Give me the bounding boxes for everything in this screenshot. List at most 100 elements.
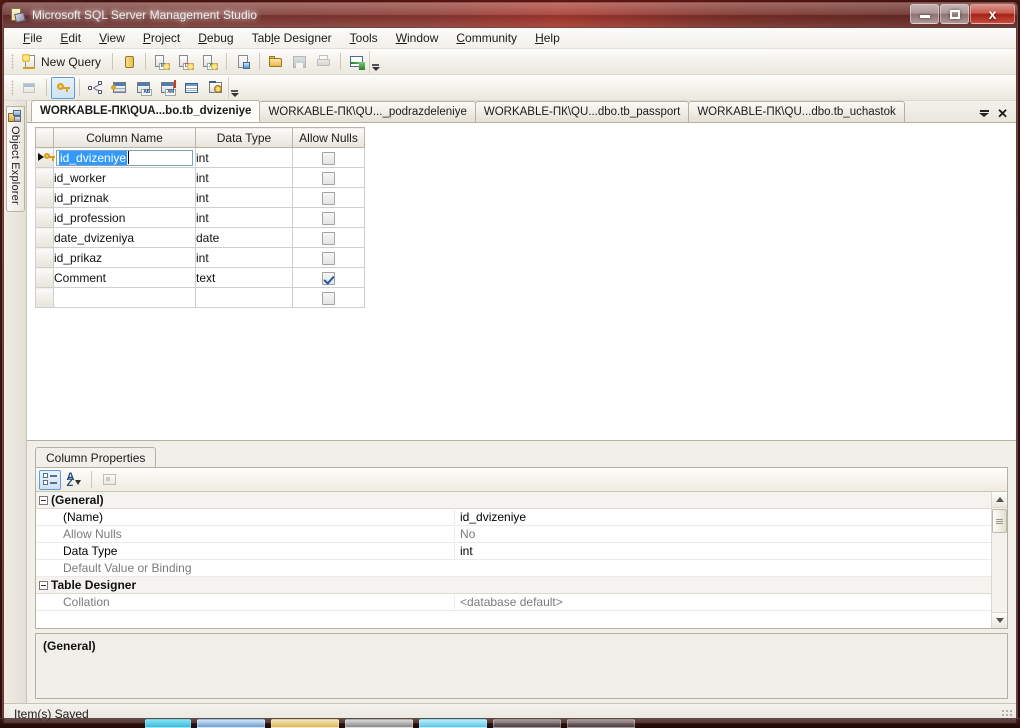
allow-nulls-checkbox[interactable]: [322, 251, 335, 265]
row-selector-cell[interactable]: [35, 247, 54, 268]
menu-item-debug[interactable]: Debug: [189, 29, 242, 47]
table-row[interactable]: Comment text: [35, 267, 365, 288]
allow-nulls-cell[interactable]: [292, 267, 365, 288]
menu-item-help[interactable]: Help: [526, 29, 569, 47]
taskbar-button[interactable]: [145, 719, 191, 728]
scroll-down-button[interactable]: [991, 612, 1007, 628]
allow-nulls-cell[interactable]: [292, 207, 365, 228]
alphabetical-button[interactable]: AZ: [63, 470, 85, 490]
taskbar-button[interactable]: [493, 719, 561, 728]
allow-nulls-checkbox[interactable]: [322, 191, 335, 205]
table-row[interactable]: id_priznak int: [35, 187, 365, 208]
allow-nulls-checkbox[interactable]: [322, 151, 335, 165]
property-pages-button[interactable]: [98, 470, 120, 490]
taskbar-button[interactable]: [271, 719, 339, 728]
data-type-cell[interactable]: int: [195, 207, 293, 228]
row-selector-cell[interactable]: [35, 147, 55, 168]
property-category-row[interactable]: Table Designer: [36, 577, 991, 594]
standard-toolbar-overflow-button[interactable]: [369, 50, 381, 73]
property-row[interactable]: (Name) id_dvizeniye: [36, 509, 991, 526]
table-row[interactable]: [35, 287, 365, 308]
table-row[interactable]: date_dvizeniya date: [35, 227, 365, 248]
property-category-row[interactable]: (General): [36, 492, 991, 509]
new-query-button[interactable]: New Query: [18, 51, 108, 73]
properties-scrollbar[interactable]: [991, 492, 1007, 628]
allow-nulls-cell[interactable]: [292, 287, 365, 308]
grid-header-column-name[interactable]: Column Name: [53, 127, 196, 148]
print-button[interactable]: [312, 51, 336, 73]
data-type-cell[interactable]: int: [195, 147, 293, 168]
set-primary-key-table-button[interactable]: [18, 77, 42, 99]
property-value[interactable]: <database default>: [454, 595, 991, 609]
manage-xml-indexes-button[interactable]: XM: [156, 77, 180, 99]
table-row[interactable]: id_dvizeniye int: [35, 147, 365, 168]
toolbar-grip[interactable]: [11, 79, 14, 96]
document-tab-tb-dvizeniye[interactable]: WORKABLE-ПК\QUA...bo.tb_dvizeniye: [31, 100, 261, 122]
manage-indexes-and-keys-button[interactable]: [108, 77, 132, 99]
manage-fulltext-index-button[interactable]: [180, 77, 204, 99]
categorized-button[interactable]: [39, 469, 61, 490]
column-name-cell[interactable]: id_prikaz: [53, 247, 196, 268]
menu-item-window[interactable]: Window: [387, 29, 448, 47]
taskbar-button[interactable]: [345, 719, 413, 728]
taskbar-button[interactable]: [419, 719, 487, 728]
allow-nulls-checkbox[interactable]: [322, 231, 335, 245]
scroll-up-button[interactable]: [991, 492, 1007, 508]
generate-change-script-button[interactable]: [204, 77, 228, 99]
document-tab-tb-uchastok[interactable]: WORKABLE-ПК\QU...dbo.tb_uchastok: [688, 101, 905, 122]
new-sql-server-compact-query-button[interactable]: [231, 51, 255, 73]
menu-item-file[interactable]: File: [14, 29, 51, 47]
column-name-cell[interactable]: id_worker: [53, 167, 196, 188]
minimize-button[interactable]: [910, 4, 939, 24]
menu-item-project[interactable]: Project: [134, 29, 189, 47]
allow-nulls-cell[interactable]: [292, 147, 365, 168]
row-selector-cell[interactable]: [35, 207, 54, 228]
new-analysis-services-dmx-query-button[interactable]: DM: [174, 51, 198, 73]
property-row[interactable]: Collation <database default>: [36, 594, 991, 611]
allow-nulls-cell[interactable]: [292, 167, 365, 188]
relationships-button[interactable]: [84, 77, 108, 99]
new-analysis-services-xmla-query-button[interactable]: XM: [198, 51, 222, 73]
column-name-cell[interactable]: [53, 287, 196, 308]
column-name-cell[interactable]: date_dvizeniya: [53, 227, 196, 248]
object-explorer-tab[interactable]: Object Explorer: [5, 106, 25, 212]
allow-nulls-cell[interactable]: [292, 227, 365, 248]
open-file-button[interactable]: [264, 51, 288, 73]
set-primary-key-button[interactable]: [51, 76, 75, 99]
activity-monitor-button[interactable]: [345, 51, 369, 73]
data-type-cell[interactable]: [195, 287, 293, 308]
data-type-cell[interactable]: int: [195, 187, 293, 208]
active-files-dropdown-icon[interactable]: [979, 110, 990, 117]
table-designer-toolbar-overflow-button[interactable]: [228, 76, 240, 99]
column-name-cell[interactable]: Comment: [53, 267, 196, 288]
save-button[interactable]: [288, 51, 312, 73]
new-analysis-services-mdx-query-button[interactable]: MD: [150, 51, 174, 73]
grid-header-data-type[interactable]: Data Type: [195, 127, 293, 148]
category-expander[interactable]: [36, 580, 51, 590]
allow-nulls-cell[interactable]: [292, 187, 365, 208]
document-tab-tb-podrazdeleniye[interactable]: WORKABLE-ПК\QU..._podrazdeleniye: [259, 101, 476, 122]
close-button[interactable]: x: [970, 4, 1015, 24]
data-type-cell[interactable]: text: [195, 267, 293, 288]
menu-item-edit[interactable]: Edit: [51, 29, 90, 47]
column-name-cell[interactable]: id_priznak: [53, 187, 196, 208]
property-value[interactable]: int: [454, 544, 991, 558]
close-document-icon[interactable]: ✕: [997, 107, 1008, 120]
scrollbar-thumb[interactable]: [992, 509, 1007, 533]
new-database-engine-query-button[interactable]: [117, 51, 141, 73]
column-name-input[interactable]: id_dvizeniye: [56, 149, 193, 166]
data-type-cell[interactable]: int: [195, 247, 293, 268]
allow-nulls-checkbox[interactable]: [322, 271, 335, 285]
row-selector-cell[interactable]: [35, 167, 54, 188]
table-row[interactable]: id_worker int: [35, 167, 365, 188]
data-type-cell[interactable]: int: [195, 167, 293, 188]
row-selector-cell[interactable]: [35, 267, 54, 288]
menu-item-community[interactable]: Community: [447, 29, 526, 47]
maximize-button[interactable]: [940, 4, 969, 24]
category-expander[interactable]: [36, 495, 51, 505]
allow-nulls-checkbox[interactable]: [322, 291, 335, 305]
property-row[interactable]: Allow Nulls No: [36, 526, 991, 543]
toolbar-grip[interactable]: [11, 53, 14, 70]
taskbar-button[interactable]: [197, 719, 265, 728]
menu-item-view[interactable]: View: [90, 29, 134, 47]
